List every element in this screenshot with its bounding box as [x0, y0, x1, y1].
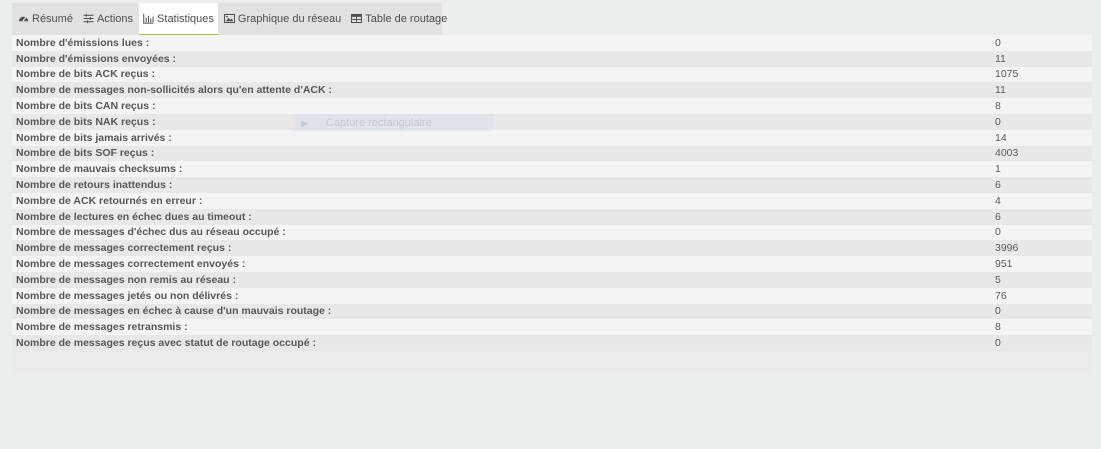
- stat-label: Nombre de messages d'échec dus au réseau…: [16, 226, 286, 239]
- stat-label: Nombre de messages en échec à cause d'un…: [16, 305, 332, 318]
- stat-value: 5: [995, 273, 1001, 286]
- stat-value: 11: [995, 84, 1006, 97]
- stat-label: Nombre de messages non remis au réseau :: [16, 273, 237, 286]
- bar-chart-icon: [143, 13, 154, 24]
- tab-label: Graphique du réseau: [237, 12, 342, 25]
- stat-value: 76: [995, 289, 1007, 302]
- stat-value: 3996: [995, 242, 1019, 255]
- stat-label: Nombre de bits NAK reçus :: [16, 115, 156, 128]
- play-icon: ▶: [301, 117, 308, 128]
- stat-label: Nombre de messages jetés ou non délivrés…: [16, 289, 239, 302]
- stat-value: 11: [995, 52, 1006, 65]
- stat-label: Nombre d'émissions envoyées :: [16, 52, 177, 65]
- stat-label: Nombre de messages reçus avec statut de …: [16, 337, 316, 350]
- stat-label: Nombre de mauvais checksums :: [16, 163, 183, 176]
- stat-label: Nombre de lectures en échec dues au time…: [16, 210, 252, 223]
- tab-label: Statistiques: [157, 12, 214, 25]
- tab-label: Actions: [96, 12, 134, 25]
- stat-value: 8: [995, 100, 1001, 113]
- stat-value: 0: [995, 337, 1001, 350]
- stat-value: 14: [995, 131, 1007, 144]
- table-row: Nombre de retours inattendus : 6: [12, 177, 1092, 193]
- stat-label: Nombre de messages correctement reçus :: [16, 242, 232, 255]
- table-row: Nombre de bits ACK reçus : 1075: [12, 66, 1092, 83]
- stat-value: 4003: [995, 147, 1019, 160]
- stat-label: Nombre de retours inattendus :: [16, 179, 173, 192]
- stat-label: Nombre de bits CAN reçus :: [16, 100, 156, 113]
- stat-label: Nombre de messages correctement envoyés …: [16, 258, 246, 271]
- stat-value: 4: [995, 194, 1001, 207]
- table-row: Nombre de bits CAN reçus : 8: [12, 98, 1092, 114]
- statistics-table: Nombre d'émissions lues :0 Nombre d'émiss…: [12, 35, 1092, 374]
- table-row: Nombre de messages correctement reçus : 3…: [12, 240, 1092, 257]
- table-icon: [351, 13, 363, 24]
- stat-label: Nombre de messages retransmis :: [16, 321, 188, 334]
- stat-label: Nombre de ACK retournés en erreur :: [16, 194, 203, 207]
- table-row: Nombre de bits jamais arrivés : 14: [12, 129, 1092, 146]
- stat-value: 0: [995, 36, 1001, 49]
- stat-value: 0: [995, 226, 1001, 239]
- tab-graphique-reseau[interactable]: Graphique du réseau: [220, 3, 345, 36]
- tab-actions[interactable]: Actions: [79, 3, 137, 36]
- tab-statistiques[interactable]: Statistiques: [139, 3, 218, 36]
- tab-table-routage[interactable]: Table de routage: [347, 3, 451, 36]
- stat-value: 1: [995, 163, 1001, 176]
- table-row: Nombre de messages retransmis : 8: [12, 319, 1092, 336]
- table-row: Nombre d'émissions envoyées : 11: [12, 50, 1092, 67]
- table-row: Nombre de ACK retournés en erreur : 4: [12, 192, 1092, 209]
- table-row: Nombre de messages jetés ou non délivrés…: [12, 287, 1092, 304]
- table-row: Nombre de messages non-sollicités alors …: [12, 82, 1092, 99]
- table-row: Nombre de messages non remis au réseau :…: [12, 271, 1092, 288]
- tab-label: Table de routage: [365, 12, 448, 25]
- table-row: Nombre de mauvais checksums : 1: [12, 161, 1092, 178]
- table-row: Nombre de messages reçus avec statut de …: [12, 335, 1092, 351]
- table-row: Nombre de lectures en échec dues au time…: [12, 208, 1092, 225]
- stat-value: 1075: [995, 68, 1019, 81]
- sliders-icon: [83, 13, 94, 24]
- stat-value: 0: [995, 115, 1001, 128]
- stat-label: Nombre de messages non-sollicités alors …: [16, 84, 332, 97]
- stat-value: 0: [995, 305, 1001, 318]
- tab-resume[interactable]: Résumé: [14, 3, 77, 36]
- table-row: Nombre de messages en échec à cause d'un…: [12, 303, 1092, 320]
- tab-label: Résumé: [32, 12, 73, 25]
- stat-label: Nombre de bits ACK reçus :: [16, 68, 156, 81]
- ghost-tooltip-label: Capture rectangulaire: [325, 117, 432, 129]
- table-row: Nombre de bits SOF reçus : 4003: [12, 145, 1092, 162]
- stat-value: 6: [995, 179, 1001, 192]
- image-icon: [223, 13, 235, 24]
- stat-label: Nombre d'émissions lues :: [16, 36, 150, 49]
- stat-value: 6: [995, 210, 1001, 223]
- stat-value: 951: [995, 258, 1013, 271]
- table-row: Nombre de messages d'échec dus au réseau…: [12, 224, 1092, 241]
- ghost-tooltip: ▶ Capture rectangulaire: [293, 114, 493, 132]
- table-row: Nombre de messages correctement envoyés …: [12, 256, 1092, 272]
- stat-value: 8: [995, 321, 1001, 334]
- stat-label: Nombre de bits SOF reçus :: [16, 147, 155, 160]
- table-row: Nombre d'émissions lues : 0: [12, 35, 1092, 51]
- stat-label: Nombre de bits jamais arrivés :: [16, 131, 172, 144]
- table-row: Nombre de bits NAK reçus : 0: [12, 113, 1092, 130]
- tab-bar: Résumé Actions Statistiques Graphique du…: [12, 3, 447, 36]
- dashboard-icon: [18, 16, 29, 22]
